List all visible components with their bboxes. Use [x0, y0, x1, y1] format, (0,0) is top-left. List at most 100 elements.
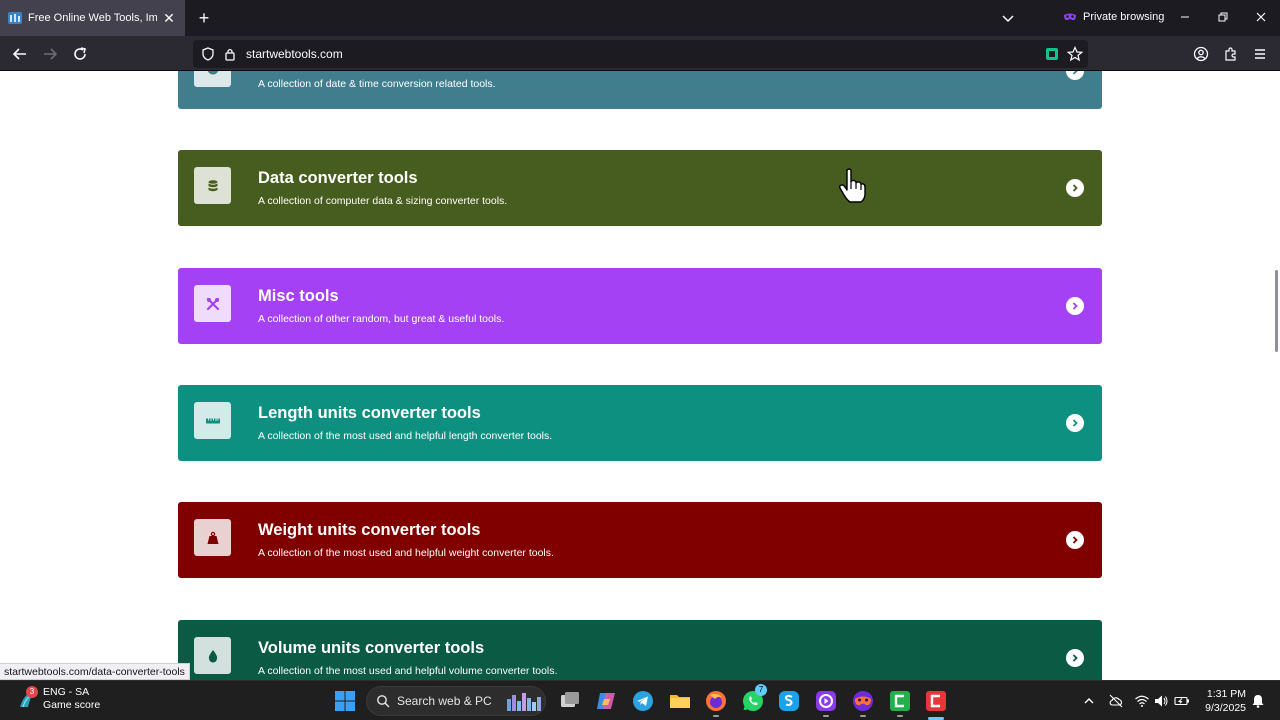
droplet-icon	[208, 649, 217, 662]
private-browsing-label: Private browsing	[1083, 11, 1165, 23]
back-button[interactable]	[10, 44, 30, 64]
taskbar-skype[interactable]	[777, 689, 801, 713]
card-title: Volume units converter tools	[258, 639, 485, 657]
windows-taskbar: 3 ENG - SA Game score Search web & PC 7	[0, 680, 1280, 720]
bookmark-star-icon[interactable]	[1067, 46, 1083, 62]
card-icon-box	[194, 637, 231, 674]
widget-notification-badge: 3	[26, 686, 38, 698]
card-icon-box	[194, 519, 231, 556]
account-button[interactable]	[1191, 44, 1211, 64]
taskbar-search-box[interactable]: Search web & PC	[366, 686, 546, 716]
card-arrow-button[interactable]	[1066, 414, 1084, 432]
windows-start-button-icon[interactable]	[334, 690, 356, 712]
card-description: A collection of the most used and helpfu…	[258, 430, 553, 442]
screen-recorder-icon	[926, 691, 946, 711]
media-player-icon	[816, 691, 836, 711]
skype-icon	[779, 691, 799, 711]
card-title: Length units converter tools	[258, 404, 481, 422]
taskbar-firefox-private[interactable]	[851, 689, 875, 713]
tab-close-icon[interactable]: ✕	[161, 10, 177, 27]
card-misc-tools[interactable]: Misc tools A collection of other random,…	[178, 268, 1102, 344]
card-description: A collection of the most used and helpfu…	[258, 665, 558, 677]
hand-pointer-cursor-icon	[839, 168, 866, 203]
forward-button[interactable]	[40, 44, 60, 64]
card-length-units-converter-tools[interactable]: Length units converter tools A collectio…	[178, 385, 1102, 461]
taskbar-media-app[interactable]	[814, 689, 838, 713]
taskbar-task-view[interactable]	[558, 689, 582, 713]
taskbar-copilot[interactable]	[594, 689, 618, 713]
card-icon-box	[194, 71, 231, 87]
copilot-icon	[597, 693, 615, 709]
taskbar-camtasia[interactable]	[888, 689, 912, 713]
clock-date: 9/3/2025	[1205, 702, 1246, 714]
card-weight-units-converter-tools[interactable]: Weight units converter tools A collectio…	[178, 502, 1102, 578]
link-status-bar: startwebtools.com/data-converter-tools	[0, 663, 190, 680]
forward-arrow-icon	[44, 48, 58, 60]
weight-icon	[207, 531, 218, 544]
tracking-protection-shield-icon[interactable]	[201, 47, 215, 61]
extension-icon[interactable]	[1045, 47, 1059, 61]
taskbar-recorder[interactable]	[924, 689, 948, 713]
taskbar-clock[interactable]: 1:31 PM 9/3/2025	[1200, 687, 1246, 715]
account-icon	[1193, 46, 1209, 62]
card-title: Misc tools	[258, 287, 339, 305]
database-icon	[208, 179, 217, 191]
chevron-right-icon	[1072, 184, 1078, 192]
restore-window-button[interactable]	[1213, 8, 1233, 28]
reload-icon	[74, 47, 86, 60]
minimize-icon	[1181, 16, 1189, 18]
volume-icon[interactable]	[1153, 693, 1169, 709]
new-tab-button[interactable]: +	[195, 9, 213, 27]
back-arrow-icon	[12, 48, 26, 60]
list-all-tabs-icon[interactable]	[1000, 10, 1016, 26]
taskbar-whatsapp[interactable]: 7	[741, 684, 767, 713]
show-hidden-icons-chevron-icon[interactable]	[1081, 693, 1097, 709]
lock-icon[interactable]	[223, 47, 237, 61]
taskbar-file-explorer[interactable]	[668, 689, 692, 713]
whatsapp-badge: 7	[755, 684, 767, 696]
extensions-button[interactable]	[1221, 44, 1241, 64]
site-favicon-icon	[8, 12, 22, 24]
close-icon	[1256, 12, 1266, 22]
clock-time: 1:31 PM	[1206, 688, 1246, 700]
restore-icon	[1218, 12, 1228, 22]
widget-subtitle: Game score	[43, 699, 101, 711]
card-volume-units-converter-tools[interactable]: Volume units converter tools A collectio…	[178, 620, 1102, 680]
chevron-right-icon	[1072, 536, 1078, 544]
card-description: A collection of date & time conversion r…	[258, 78, 496, 90]
card-data-converter-tools[interactable]: Data converter tools A collection of com…	[178, 150, 1102, 226]
card-date-time-tools[interactable]: A collection of date & time conversion r…	[178, 71, 1102, 109]
app-menu-button[interactable]	[1250, 44, 1270, 64]
private-mask-icon	[1064, 13, 1076, 21]
url-text: startwebtools.com	[246, 47, 343, 61]
card-arrow-button[interactable]	[1066, 71, 1084, 80]
card-icon-box	[194, 285, 231, 322]
minimize-window-button[interactable]	[1175, 8, 1195, 28]
reload-button[interactable]	[70, 44, 90, 64]
widgets-button[interactable]: 3 ENG - SA Game score	[16, 686, 100, 712]
close-window-button[interactable]	[1251, 8, 1271, 28]
taskbar-telegram[interactable]	[631, 689, 655, 713]
notification-bell-icon[interactable]	[1250, 693, 1266, 709]
battery-charging-icon[interactable]	[1174, 693, 1190, 709]
browser-navigation-bar: startwebtools.com	[0, 36, 1280, 71]
address-bar[interactable]: startwebtools.com	[193, 40, 1088, 68]
card-arrow-button[interactable]	[1066, 649, 1084, 667]
card-arrow-button[interactable]	[1066, 297, 1084, 315]
media-app-running-indicator	[823, 715, 829, 717]
card-title: Data converter tools	[258, 169, 418, 187]
search-highlight-city-icon	[507, 693, 541, 711]
browser-tab-active[interactable]: Free Online Web Tools, Image Editing, Co…	[0, 0, 185, 36]
card-arrow-button[interactable]	[1066, 179, 1084, 197]
chevron-right-icon	[1072, 419, 1078, 427]
card-arrow-button[interactable]	[1066, 531, 1084, 549]
card-title: Weight units converter tools	[258, 521, 481, 539]
wifi-icon[interactable]	[1134, 693, 1150, 709]
taskbar-firefox[interactable]	[704, 689, 728, 713]
page-content: A collection of date & time conversion r…	[0, 71, 1280, 680]
cloud-sync-off-icon[interactable]	[1108, 693, 1124, 709]
page-scrollbar-thumb[interactable]	[1275, 270, 1278, 352]
card-description: A collection of the most used and helpfu…	[258, 547, 554, 559]
green-app-running-indicator	[897, 715, 903, 717]
card-description: A collection of computer data & sizing c…	[258, 195, 508, 207]
